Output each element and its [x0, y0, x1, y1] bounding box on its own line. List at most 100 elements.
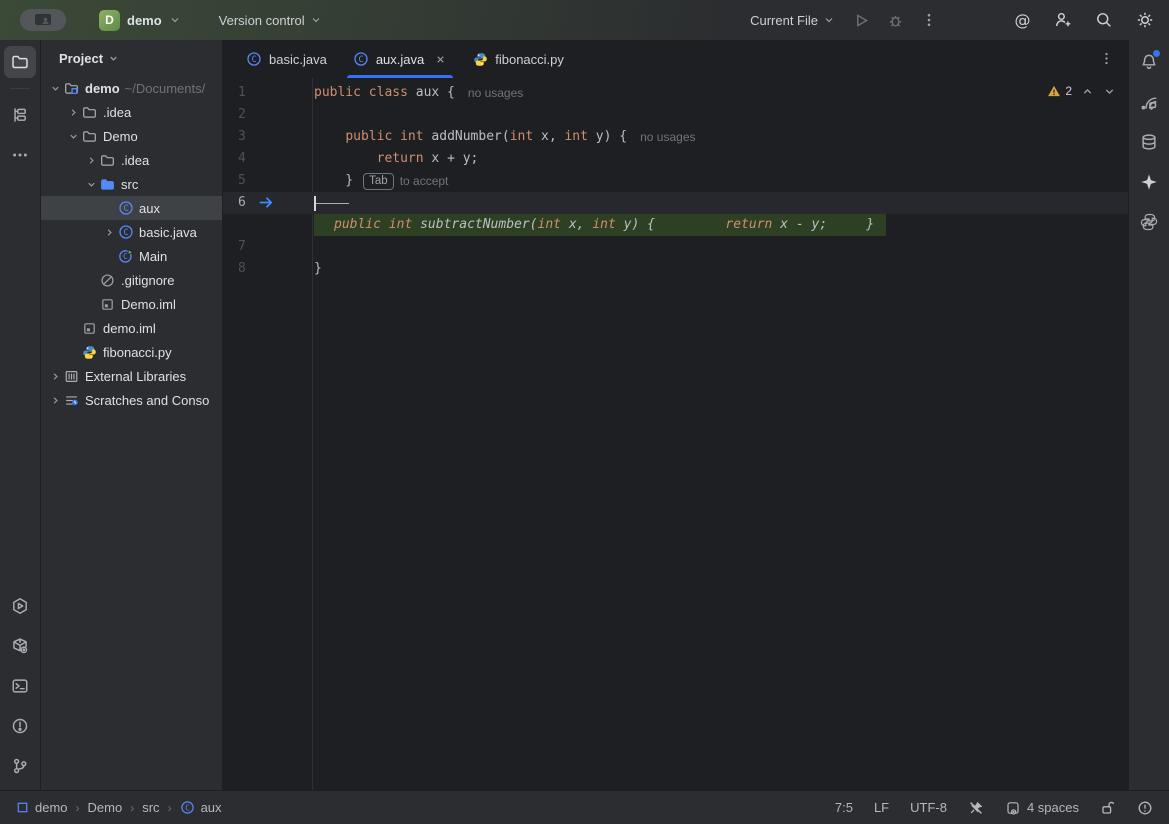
tree-item-demo[interactable]: Demo [41, 124, 222, 148]
search-button[interactable] [1090, 6, 1118, 34]
writable-toggle[interactable] [1100, 800, 1116, 816]
gutter[interactable]: 2 [223, 104, 312, 126]
tree-item-label: aux [139, 201, 160, 216]
usages-inlay-hint[interactable]: no usages [640, 126, 695, 148]
inline-completion-row[interactable]: public int subtractNumber(int x, int y) … [223, 214, 1128, 236]
accept-hint-text: to accept [400, 170, 449, 192]
tree-item--idea[interactable]: .idea [41, 100, 222, 124]
svg-text:C: C [122, 252, 127, 261]
code-line-2[interactable]: 2 [223, 104, 1128, 126]
tab-key-hint: Tab [363, 173, 394, 190]
add-user-button[interactable] [1049, 6, 1077, 34]
encoding-widget[interactable]: UTF-8 [910, 800, 947, 815]
ide-errors-button[interactable] [1137, 800, 1153, 816]
chevron-right-icon[interactable] [83, 155, 99, 166]
tree-item-aux[interactable]: Caux [41, 196, 222, 220]
code-line-1[interactable]: 1public class aux {no usages [223, 82, 1128, 104]
code-text [312, 104, 314, 126]
mute-notifications-button[interactable] [968, 800, 984, 816]
tree-item--gitignore[interactable]: .gitignore [41, 268, 222, 292]
chevron-down-icon[interactable] [65, 131, 81, 142]
chevron-down-icon[interactable] [47, 83, 63, 94]
inspections-widget[interactable]: 2 [1047, 84, 1116, 98]
tree-item-basic-java[interactable]: Cbasic.java [41, 220, 222, 244]
inline-completion-suggestion: public int subtractNumber(int x, int y) … [314, 214, 886, 236]
more-options-button[interactable] [4, 139, 36, 171]
gutter[interactable]: 6 [223, 192, 312, 214]
python-icon [81, 345, 98, 360]
caret-position-widget[interactable]: 7:5 [835, 800, 853, 815]
settings-button[interactable] [1131, 6, 1159, 34]
problems-button[interactable] [4, 710, 36, 742]
chevron-right-icon[interactable] [101, 227, 117, 238]
code-line-5[interactable]: 5 }Tabto accept [223, 170, 1128, 192]
chevron-right-icon[interactable] [47, 395, 63, 406]
gutter[interactable]: 5 [223, 170, 312, 192]
tree-item-demo-iml[interactable]: Demo.iml [41, 292, 222, 316]
code-line-4[interactable]: 4 return x + y; [223, 148, 1128, 170]
tree-item--idea[interactable]: .idea [41, 148, 222, 172]
usages-inlay-hint[interactable]: no usages [468, 82, 523, 104]
more-actions-button[interactable] [915, 6, 943, 34]
database-button[interactable] [1133, 126, 1165, 158]
gutter[interactable]: 3 [223, 126, 312, 148]
code-line-6[interactable]: 6 [223, 192, 1128, 214]
tab-label: basic.java [269, 52, 327, 67]
tree-item-scratches-and-conso[interactable]: Scratches and Conso [41, 388, 222, 412]
run-config-selector[interactable]: Current File [744, 10, 841, 31]
prev-problem-button[interactable] [1081, 85, 1094, 98]
tree-item-src[interactable]: src [41, 172, 222, 196]
packages-button[interactable] [4, 630, 36, 662]
code-line-3[interactable]: 3 public int addNumber(int x, int y) {no… [223, 126, 1128, 148]
breadcrumb-item-aux[interactable]: Caux [180, 800, 222, 815]
gutter[interactable]: 7 [223, 236, 312, 258]
python-console-button[interactable] [1133, 206, 1165, 238]
gutter[interactable] [223, 214, 312, 236]
tree-item-fibonacci-py[interactable]: fibonacci.py [41, 340, 222, 364]
gutter[interactable]: 8 [223, 258, 312, 280]
editor-tab-basic-java[interactable]: Cbasic.java [233, 40, 340, 78]
chevron-right-icon[interactable] [47, 371, 63, 382]
code-text: public class aux {no usages [312, 82, 523, 104]
tree-item-main[interactable]: CMain [41, 244, 222, 268]
ai-sparkle-button[interactable] [1133, 166, 1165, 198]
warning-count: 2 [1065, 84, 1072, 98]
code-line-7[interactable]: 7 [223, 236, 1128, 258]
chevron-down-icon[interactable] [83, 179, 99, 190]
debug-button[interactable] [881, 6, 909, 34]
tab-options-button[interactable] [1099, 51, 1114, 66]
tree-item-demo[interactable]: demo~/Documents/ [41, 76, 222, 100]
notifications-button[interactable] [1133, 46, 1165, 78]
close-tab-icon[interactable] [434, 53, 447, 66]
gutter[interactable]: 1 [223, 82, 312, 104]
structure-button[interactable] [4, 99, 36, 131]
breadcrumb-item-src[interactable]: src [142, 800, 159, 815]
services-button[interactable] [4, 590, 36, 622]
project-panel-header[interactable]: Project [41, 40, 222, 76]
ai-assistant-icon: @ [1013, 11, 1032, 30]
indent-widget[interactable]: 4 spaces [1005, 800, 1079, 816]
tree-item-label: .idea [121, 153, 149, 168]
line-separator-widget[interactable]: LF [874, 800, 889, 815]
project-widget[interactable]: D demo [93, 7, 187, 34]
code-line-8[interactable]: 8} [223, 258, 1128, 280]
ai-assistant-button[interactable]: @ [1008, 6, 1036, 34]
screen-share-indicator[interactable] [20, 9, 66, 31]
ai-chat-button[interactable] [1133, 86, 1165, 118]
project-folder-button[interactable] [4, 46, 36, 78]
code-editor[interactable]: 2 1public class aux {no usages23 public … [223, 78, 1128, 790]
chevron-right-icon[interactable] [65, 107, 81, 118]
run-button[interactable] [847, 6, 875, 34]
vcs-widget[interactable]: Version control [213, 10, 328, 31]
next-problem-button[interactable] [1103, 85, 1116, 98]
tree-item-demo-iml[interactable]: demo.iml [41, 316, 222, 340]
version-control-button[interactable] [4, 750, 36, 782]
breadcrumb-item-demo[interactable]: demo [16, 800, 68, 815]
breadcrumb-item-demo[interactable]: Demo [88, 800, 123, 815]
tree-item-external-libraries[interactable]: External Libraries [41, 364, 222, 388]
gutter[interactable]: 4 [223, 148, 312, 170]
editor-tab-fibonacci-py[interactable]: fibonacci.py [460, 40, 577, 78]
editor-tab-aux-java[interactable]: Caux.java [340, 40, 460, 78]
breadcrumb-separator: › [130, 801, 134, 815]
terminal-button[interactable] [4, 670, 36, 702]
